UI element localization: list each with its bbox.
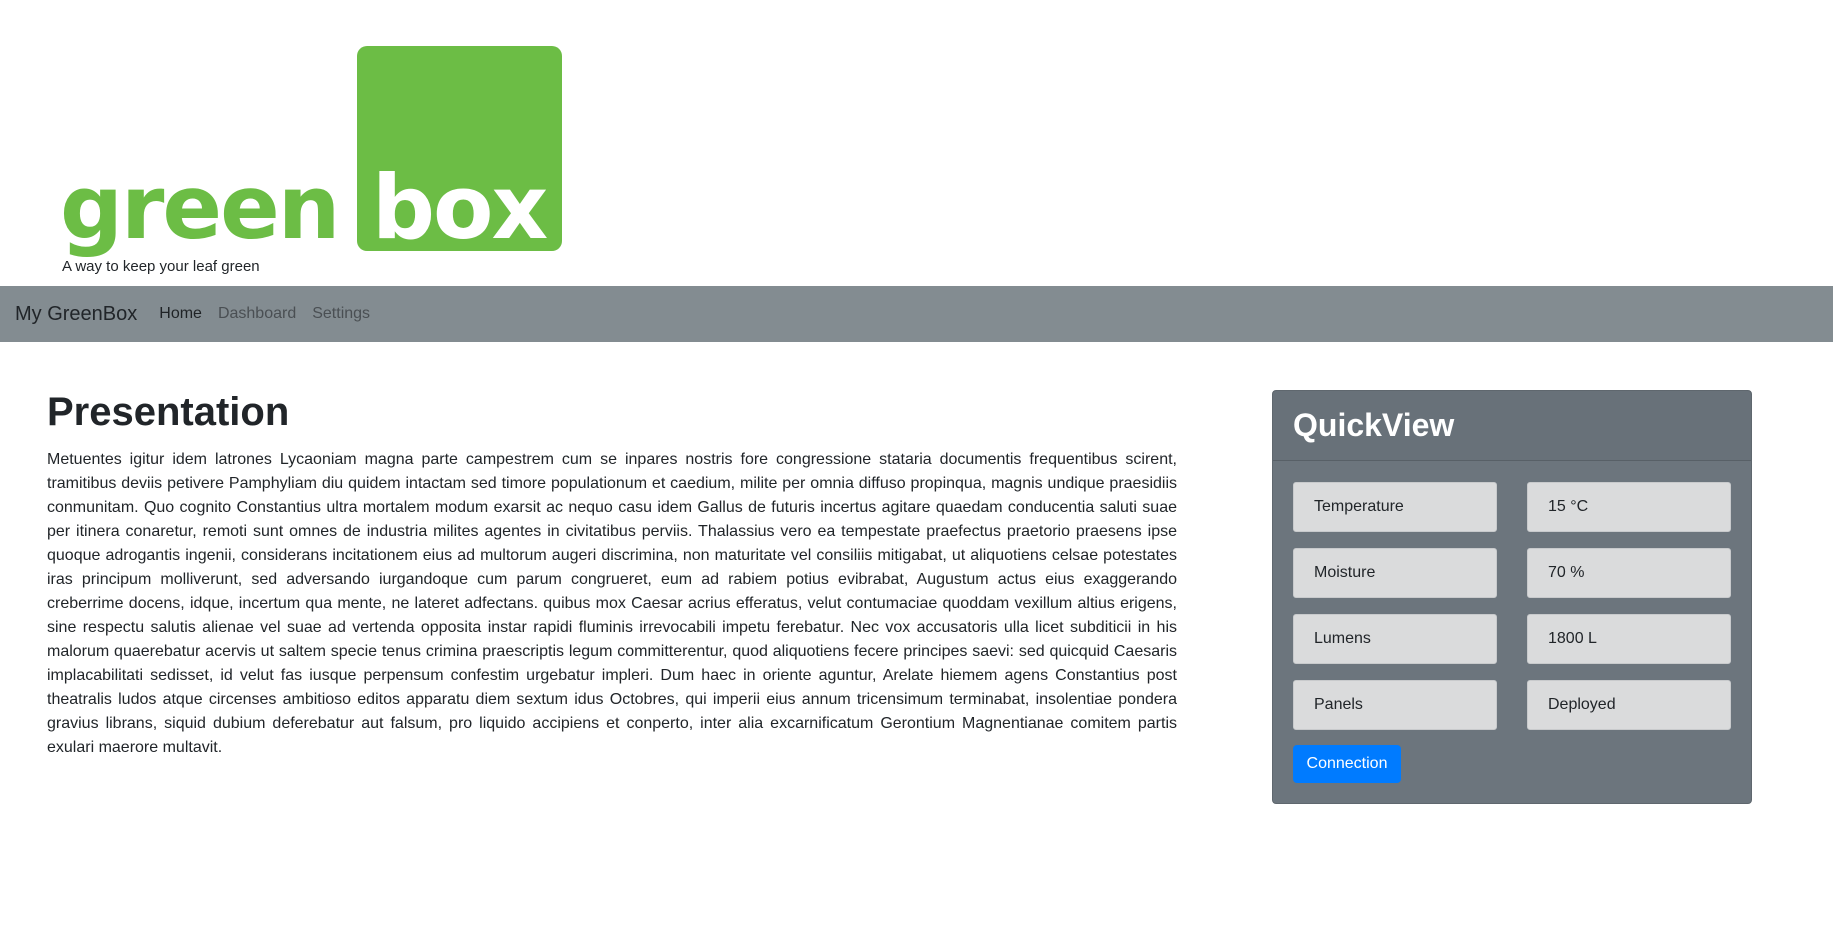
quickview-row-panels: Panels Deployed (1293, 680, 1731, 730)
nav-settings[interactable]: Settings (312, 305, 370, 323)
tagline: A way to keep your leaf green (62, 258, 260, 275)
greenbox-logo: green box (60, 168, 549, 258)
logo-word-box: box (372, 168, 547, 258)
quickview-card: QuickView Temperature 15 °C Moisture 70 … (1272, 390, 1752, 804)
temperature-value: 15 °C (1527, 482, 1731, 532)
panels-label: Panels (1293, 680, 1497, 730)
presentation-title: Presentation (47, 390, 290, 434)
connection-button[interactable]: Connection (1293, 745, 1401, 783)
quickview-grid: Temperature 15 °C Moisture 70 % Lumens 1… (1293, 482, 1731, 746)
nav-dashboard[interactable]: Dashboard (218, 305, 296, 323)
quickview-header: QuickView (1273, 391, 1751, 461)
logo-word-green: green (60, 168, 338, 258)
quickview-row-lumens: Lumens 1800 L (1293, 614, 1731, 664)
lumens-value: 1800 L (1527, 614, 1731, 664)
quickview-row-temperature: Temperature 15 °C (1293, 482, 1731, 532)
presentation-text: Metuentes igitur idem latrones Lycaoniam… (47, 451, 1177, 756)
nav-home[interactable]: Home (159, 305, 202, 323)
site-header: green box A way to keep your leaf green (0, 0, 1833, 286)
navbar-brand[interactable]: My GreenBox (15, 303, 137, 326)
panels-value: Deployed (1527, 680, 1731, 730)
top-navbar: My GreenBox Home Dashboard Settings (0, 286, 1833, 342)
quickview-title: QuickView (1293, 407, 1455, 443)
presentation-section: Presentation Metuentes igitur idem latro… (47, 388, 1177, 760)
temperature-label: Temperature (1293, 482, 1497, 532)
moisture-label: Moisture (1293, 548, 1497, 598)
quickview-row-moisture: Moisture 70 % (1293, 548, 1731, 598)
moisture-value: 70 % (1527, 548, 1731, 598)
lumens-label: Lumens (1293, 614, 1497, 664)
